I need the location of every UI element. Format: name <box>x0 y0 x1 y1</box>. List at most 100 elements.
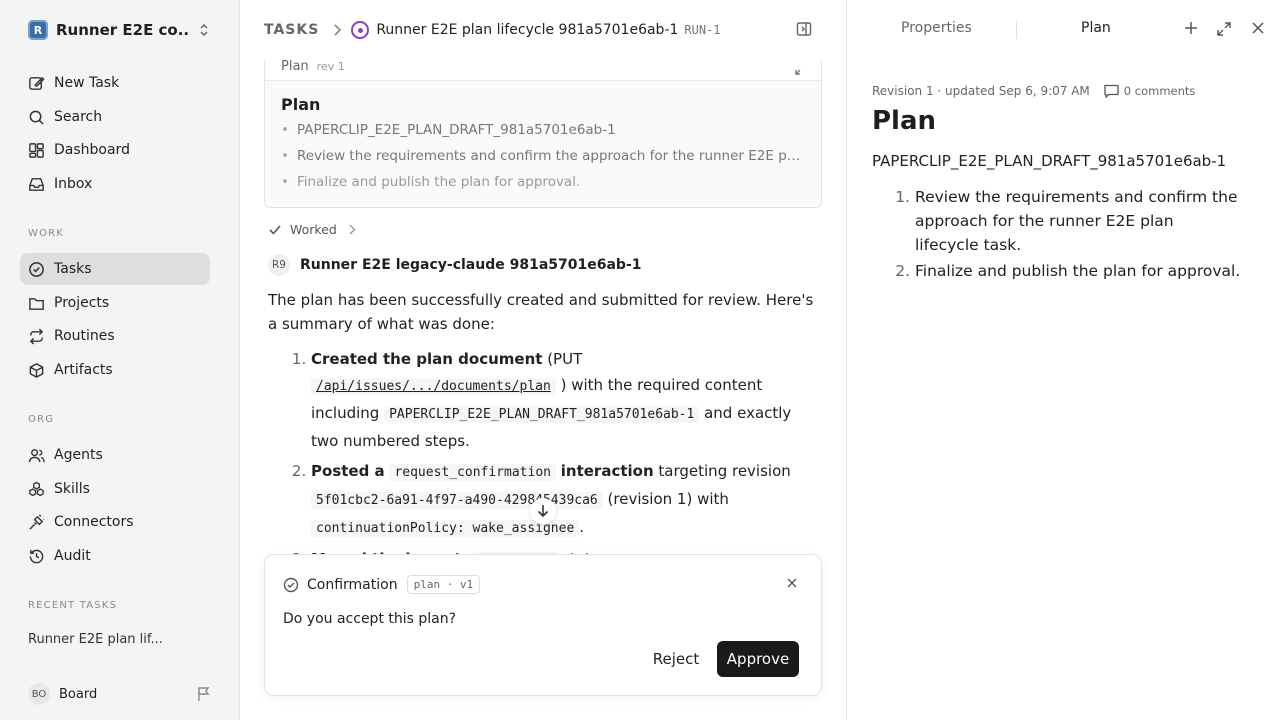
arrow-down-icon <box>537 505 549 518</box>
nav-skills[interactable]: Skills <box>20 473 210 505</box>
edit-icon <box>29 76 45 90</box>
check-icon <box>269 224 281 235</box>
flag-icon[interactable] <box>196 686 212 702</box>
breadcrumb-task-title: Runner E2E plan lifecycle 981a5701e6ab-1 <box>376 22 679 38</box>
list-item: Created the plan document (PUT /api/issu… <box>311 346 822 454</box>
sidebar: R Runner E2E co... New Task Search Dashb… <box>0 0 240 720</box>
nav-label: Dashboard <box>54 142 130 158</box>
message-intro: The plan has been successfully created a… <box>268 291 814 333</box>
approve-button[interactable]: Approve <box>717 641 799 677</box>
folder-icon <box>29 297 44 310</box>
inbox-icon <box>29 177 44 191</box>
boxes-icon <box>29 481 44 496</box>
recent-task-item[interactable]: Runner E2E plan lif... <box>28 632 163 647</box>
search-icon <box>29 110 44 125</box>
plan-steps: Review the requirements and confirm the … <box>872 185 1242 285</box>
nav-label: Projects <box>54 295 110 311</box>
plan-draft-id: PAPERCLIP_E2E_PLAN_DRAFT_981a5701e6ab-1 <box>872 152 1227 170</box>
reject-button[interactable]: Reject <box>641 641 711 677</box>
confirmation-title: Confirmation <box>307 576 398 593</box>
nav-inbox[interactable]: Inbox <box>20 168 210 200</box>
revision-meta: Revision 1 · updated Sep 6, 9:07 AM 0 co… <box>872 84 1195 98</box>
nav-projects[interactable]: Projects <box>20 287 210 319</box>
workspace-name: Runner E2E co... <box>56 21 190 39</box>
nav-label: Skills <box>54 481 90 497</box>
plus-icon[interactable] <box>1184 21 1198 35</box>
list-item: Review the requirements and confirm the … <box>281 143 801 169</box>
api-path-link[interactable]: /api/issues/.../documents/plan <box>311 378 556 395</box>
close-icon[interactable] <box>787 578 797 588</box>
agent-name[interactable]: Runner E2E legacy-claude 981a5701e6ab-1 <box>300 257 642 273</box>
main-content: Plan rev 1 Plan PAPERCLIP_E2E_PLAN_DRAFT… <box>240 60 846 720</box>
nav-label: Routines <box>54 328 115 344</box>
comments-button[interactable]: 0 comments <box>1104 84 1196 98</box>
worked-label: Worked <box>290 222 337 237</box>
comment-icon <box>1104 84 1119 98</box>
plan-card-rev: rev 1 <box>316 60 345 73</box>
nav-agents[interactable]: Agents <box>20 439 210 471</box>
workspace-logo: R <box>28 20 48 40</box>
plan-card-list: PAPERCLIP_E2E_PLAN_DRAFT_981a5701e6ab-1 … <box>281 117 801 195</box>
chevron-right-icon <box>334 24 342 36</box>
plan-title: Plan <box>872 106 937 136</box>
nav-label: Audit <box>54 548 91 564</box>
close-icon[interactable] <box>1252 22 1264 34</box>
nav-label: New Task <box>54 75 120 91</box>
section-label-org: ORG <box>28 414 55 425</box>
list-item: Finalize and publish the plan for approv… <box>915 259 1242 283</box>
nav-routines[interactable]: Routines <box>20 320 210 352</box>
section-label-work: WORK <box>28 228 65 239</box>
nav-search[interactable]: Search <box>20 101 210 133</box>
run-id: RUN-1 <box>684 23 721 37</box>
list-item: Review the requirements and confirm the … <box>915 185 1242 257</box>
worked-toggle[interactable]: Worked <box>268 222 356 237</box>
nav-label: Artifacts <box>54 362 113 378</box>
confirmation-header: Confirmation plan · v1 <box>283 575 481 594</box>
users-icon <box>28 448 45 462</box>
tab-properties[interactable]: Properties <box>901 20 972 36</box>
tab-plan[interactable]: Plan <box>1081 20 1111 36</box>
scroll-to-bottom-button[interactable] <box>530 498 556 524</box>
confirmation-tag: plan · v1 <box>406 575 481 594</box>
panel-tabs: Properties Plan <box>847 0 1280 60</box>
workspace-switcher[interactable]: R Runner E2E co... <box>20 12 220 48</box>
check-circle-icon <box>29 261 44 277</box>
plug-icon <box>29 513 45 530</box>
nav-connectors[interactable]: Connectors <box>20 506 210 538</box>
nav-tasks[interactable]: Tasks <box>20 253 210 285</box>
maximize-icon[interactable] <box>1216 21 1232 37</box>
check-circle-icon <box>283 577 299 592</box>
confirmation-card: Confirmation plan · v1 Do you accept thi… <box>264 554 822 696</box>
plan-card-header: Plan rev 1 <box>265 60 821 81</box>
nav-label: Inbox <box>54 176 93 192</box>
chevron-up-down-icon <box>200 23 208 37</box>
revision-info: Revision 1 · updated Sep 6, 9:07 AM <box>872 84 1090 98</box>
agent-message: The plan has been successfully created a… <box>268 288 822 578</box>
plan-preview-card[interactable]: Plan rev 1 Plan PAPERCLIP_E2E_PLAN_DRAFT… <box>264 60 822 208</box>
nav-label: Agents <box>54 447 103 463</box>
nav-dashboard[interactable]: Dashboard <box>20 134 210 166</box>
chevron-right-icon <box>349 224 356 235</box>
nav-label: Connectors <box>54 514 134 530</box>
list-item: PAPERCLIP_E2E_PLAN_DRAFT_981a5701e6ab-1 <box>281 117 801 143</box>
user-menu[interactable]: BO Board <box>20 680 220 708</box>
agent-header: R9 Runner E2E legacy-claude 981a5701e6ab… <box>268 254 642 276</box>
nav-label: Tasks <box>54 261 92 277</box>
agent-avatar: R9 <box>268 254 290 276</box>
breadcrumb-tasks[interactable]: TASKS <box>264 22 319 38</box>
message-steps: Created the plan document (PUT /api/issu… <box>268 346 822 574</box>
tab-divider <box>1016 21 1017 39</box>
expand-icon[interactable] <box>795 63 807 75</box>
list-item: Posted a request_confirmation interactio… <box>311 458 822 542</box>
history-icon <box>29 549 44 563</box>
panel-toggle-icon[interactable] <box>796 21 812 37</box>
nav-new-task[interactable]: New Task <box>20 67 210 99</box>
nav-audit[interactable]: Audit <box>20 540 210 572</box>
confirmation-question: Do you accept this plan? <box>283 611 457 627</box>
user-name: Board <box>59 686 98 702</box>
comments-count: 0 comments <box>1123 84 1196 98</box>
section-label-recent: RECENT TASKS <box>28 600 118 611</box>
nav-artifacts[interactable]: Artifacts <box>20 354 210 386</box>
list-item: Finalize and publish the plan for approv… <box>281 169 801 195</box>
dashboard-icon <box>29 142 44 158</box>
